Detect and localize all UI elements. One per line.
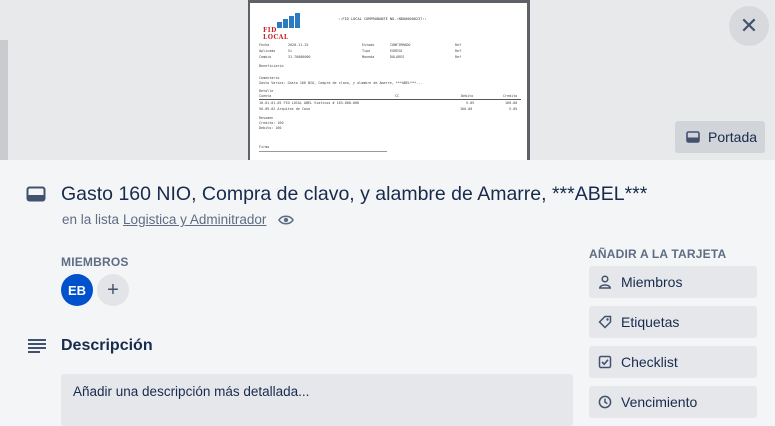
doc-firma: Firma bbox=[259, 145, 270, 149]
plus-icon: + bbox=[107, 278, 119, 301]
card-icon bbox=[686, 131, 700, 143]
doc-field: Ref bbox=[455, 43, 462, 47]
doc-detalle-col: Credito bbox=[503, 94, 518, 98]
doc-field: CONFIRMADO bbox=[390, 43, 411, 47]
description-icon bbox=[28, 339, 46, 353]
doc-field: Ref bbox=[455, 55, 462, 59]
avatar[interactable]: EB bbox=[61, 274, 93, 306]
list-prefix: en la lista bbox=[62, 212, 120, 227]
doc-detalle-col: Cuenta bbox=[259, 94, 272, 98]
sidebar-button-members[interactable]: Miembros bbox=[589, 266, 757, 298]
doc-detalle-cell: 160.00 bbox=[505, 101, 518, 105]
doc-comentario: Gasto Varios: Gasto 160 NIO, Compra de c… bbox=[259, 81, 423, 85]
add-to-card-label: AÑADIR A LA TARJETA bbox=[589, 247, 727, 261]
cover-button[interactable]: Portada bbox=[675, 121, 765, 153]
doc-header: ::FID LOCAL COMPROBANTE NO.:ND000000237:… bbox=[338, 17, 427, 21]
close-icon: ✕ bbox=[739, 13, 759, 38]
doc-resumen: Debito: 160 bbox=[259, 126, 282, 130]
doc-field: Cambio bbox=[259, 55, 272, 59]
tag-icon bbox=[598, 315, 612, 329]
list-link[interactable]: Logistica y Adminitrador bbox=[123, 212, 266, 227]
doc-field: Aplicado bbox=[259, 49, 276, 53]
doc-detalle-cell: 160.00 bbox=[460, 107, 473, 111]
add-member-button[interactable]: + bbox=[97, 274, 129, 306]
card-cover: FID LOCAL ::FID LOCAL COMPROBANTE NO.:ND… bbox=[0, 0, 775, 160]
sidebar-button-due-date[interactable]: Vencimiento bbox=[589, 386, 757, 418]
doc-field: Tipo bbox=[362, 49, 371, 53]
doc-rule bbox=[259, 99, 521, 100]
card-list-info: en la lista Logistica y Adminitrador bbox=[62, 212, 295, 227]
doc-field: EGRESO bbox=[390, 49, 403, 53]
cover-document-image: FID LOCAL ::FID LOCAL COMPROBANTE NO.:ND… bbox=[250, 3, 527, 160]
doc-comentario-label: Comentario bbox=[259, 76, 280, 80]
card-icon bbox=[26, 186, 46, 202]
doc-field: Estado bbox=[362, 43, 375, 47]
background-board-strip bbox=[0, 40, 8, 160]
sidebar-button-label: Vencimiento bbox=[621, 394, 698, 410]
user-icon bbox=[599, 275, 611, 289]
doc-logo: FID LOCAL bbox=[259, 8, 303, 41]
description-title: Descripción bbox=[61, 337, 153, 354]
doc-detalle-col: CC bbox=[395, 94, 400, 98]
logo-bars-icon bbox=[277, 10, 301, 28]
sidebar-button-label: Etiquetas bbox=[621, 314, 680, 330]
close-button[interactable]: ✕ bbox=[729, 6, 769, 46]
description-input[interactable]: Añadir una descripción más detallada... bbox=[61, 374, 573, 426]
doc-signature-line bbox=[259, 151, 387, 152]
doc-resumen: Credito: 160 bbox=[259, 121, 284, 125]
doc-detalle-cell: 5.05 bbox=[509, 107, 518, 111]
doc-detalle-col: Debito bbox=[461, 94, 474, 98]
cover-backdrop-left bbox=[0, 0, 248, 160]
doc-field: Ref bbox=[455, 49, 462, 53]
doc-field: DOLARES bbox=[390, 55, 405, 59]
sidebar-button-labels[interactable]: Etiquetas bbox=[589, 306, 757, 338]
doc-detalle-label: Detalle bbox=[259, 89, 274, 93]
members-label: MIEMBROS bbox=[61, 255, 129, 269]
eye-icon[interactable] bbox=[278, 214, 295, 226]
cover-button-label: Portada bbox=[708, 129, 758, 145]
clock-icon bbox=[598, 395, 612, 409]
sidebar-button-label: Checklist bbox=[621, 354, 678, 370]
doc-field: 31.70000000 bbox=[288, 55, 311, 59]
doc-field: Fecha bbox=[259, 43, 270, 47]
doc-detalle-cell: 5.05 bbox=[466, 101, 475, 105]
doc-detalle-cell: 10-01-01-05 FID LOCAL ABEL Viaticos # 16… bbox=[259, 101, 360, 105]
sidebar-button-checklist[interactable]: Checklist bbox=[589, 346, 757, 378]
doc-detalle-cell: 50-09-02 Arquitos de Casa bbox=[259, 107, 311, 111]
doc-logo-text: FID LOCAL bbox=[263, 27, 289, 41]
sidebar-button-label: Miembros bbox=[621, 274, 683, 290]
doc-field: Si bbox=[288, 49, 293, 53]
doc-resumen-label: Resumen bbox=[259, 116, 274, 120]
card-title[interactable]: Gasto 160 NIO, Compra de clavo, y alambr… bbox=[61, 183, 647, 206]
doc-beneficiario: Beneficiario bbox=[259, 64, 284, 68]
doc-field: Moneda bbox=[362, 55, 375, 59]
doc-field: 2020-11-25 bbox=[288, 43, 309, 47]
checklist-icon bbox=[598, 355, 612, 369]
